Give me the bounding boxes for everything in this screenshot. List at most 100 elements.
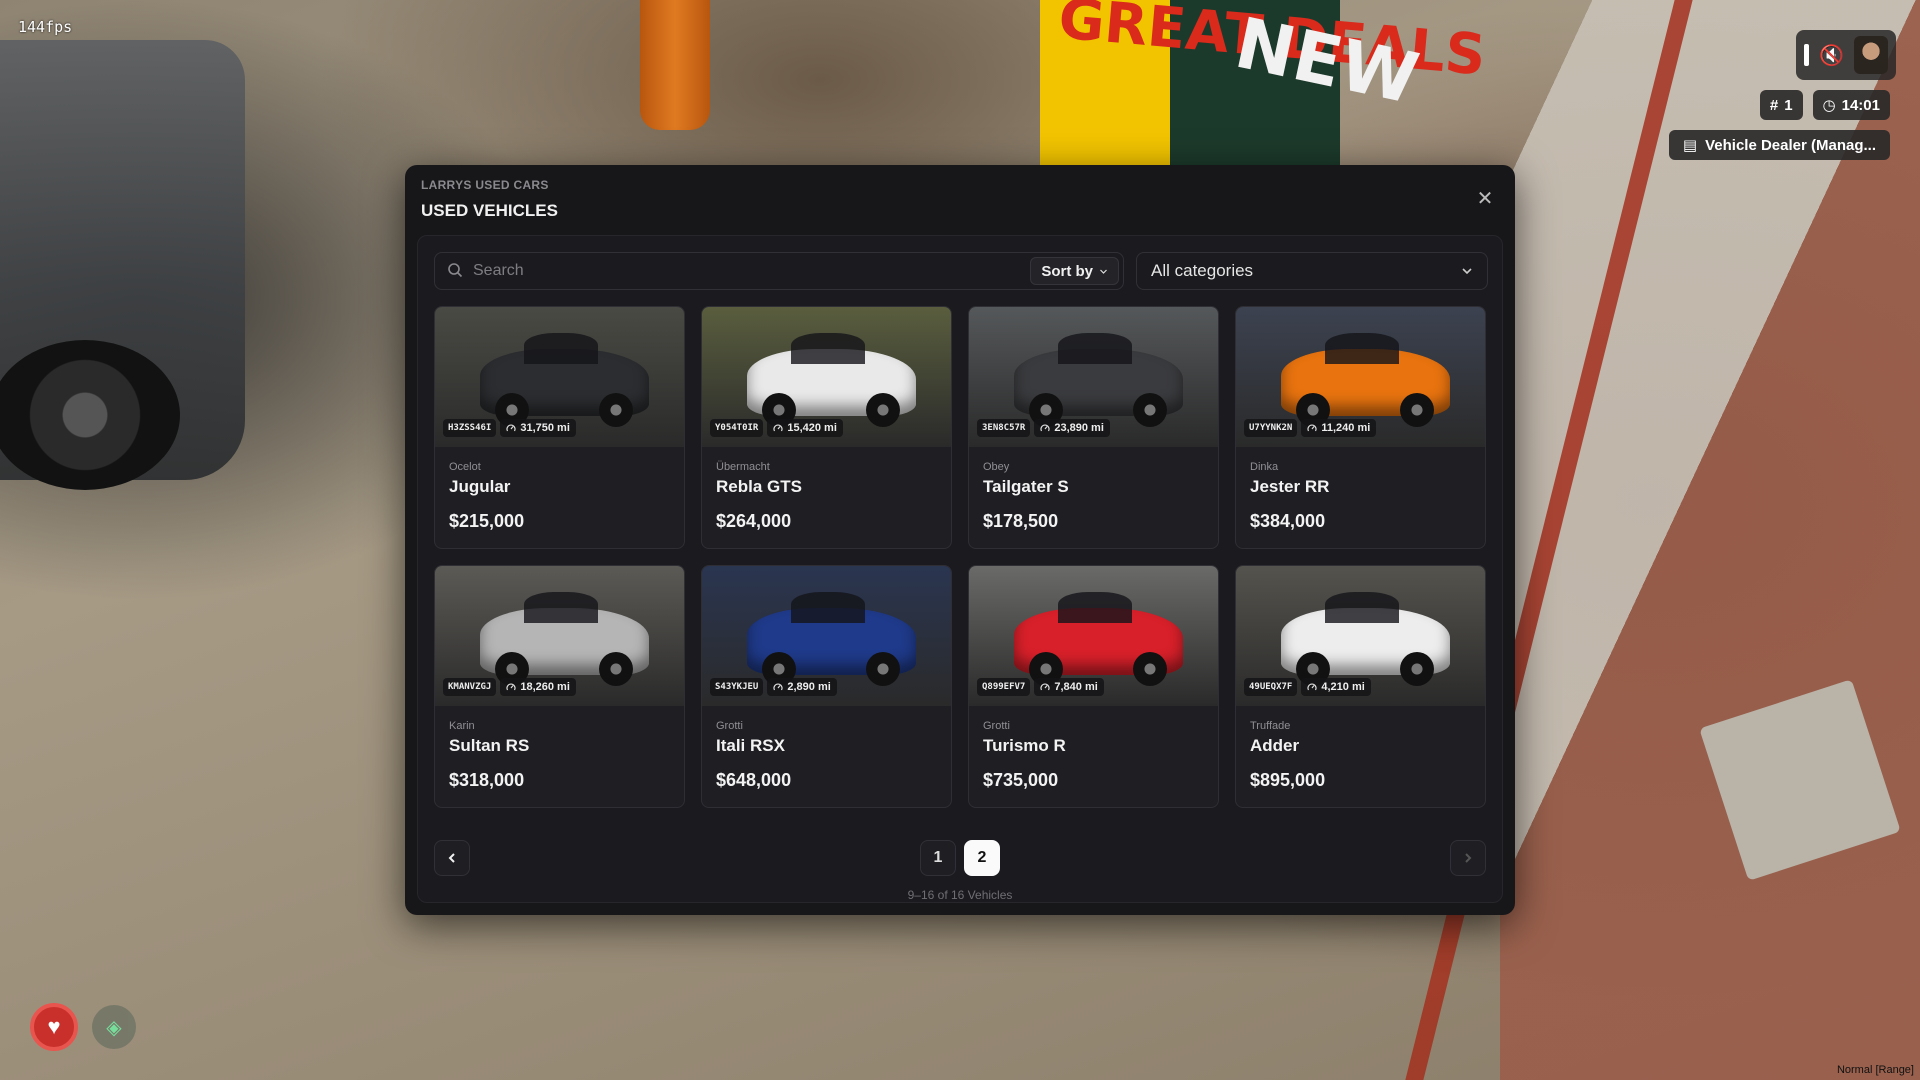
vehicle-card[interactable]: Q899EFV7 7,840 mi Grotti Turismo R $735,000 <box>968 565 1219 808</box>
mileage-value: 15,420 mi <box>787 422 837 434</box>
license-plate: H3ZSS46I <box>443 419 497 437</box>
briefcase-icon: ▤ <box>1682 137 1698 154</box>
vehicle-card[interactable]: 49UEQX7F 4,210 mi Truffade Adder $895,000 <box>1235 565 1486 808</box>
vehicle-wheel <box>599 393 634 428</box>
gauge-icon <box>506 683 516 691</box>
gauge-icon <box>1040 683 1050 691</box>
mileage-value: 31,750 mi <box>520 422 570 434</box>
truck-wheel <box>0 340 180 490</box>
vehicle-badges: KMANVZGJ 18,260 mi <box>443 678 576 696</box>
vehicle-brand: Grotti <box>716 720 743 732</box>
category-select[interactable]: All categories <box>1136 252 1488 290</box>
mileage-badge: 31,750 mi <box>500 419 576 437</box>
vehicle-brand: Ocelot <box>449 461 481 473</box>
vehicle-model: Adder <box>1250 736 1300 755</box>
hash-icon: # <box>1769 96 1779 114</box>
dealership-banner <box>1040 0 1340 165</box>
sort-by-button[interactable]: Sort by <box>1030 257 1119 285</box>
great-deals-banner <box>1040 0 1170 165</box>
clock-time: 14:01 <box>1841 96 1880 114</box>
mileage-badge: 11,240 mi <box>1301 419 1377 437</box>
vehicle-price: $648,000 <box>716 770 792 790</box>
vehicle-price: $384,000 <box>1250 511 1326 531</box>
mileage-badge: 23,890 mi <box>1034 419 1110 437</box>
gauge-icon <box>1307 424 1317 432</box>
search-icon <box>448 263 463 278</box>
mic-muted-icon: 🔇 <box>1819 44 1844 67</box>
job-pill: ▤ Vehicle Dealer (Manag... <box>1668 130 1890 160</box>
page-title: USED VEHICLES <box>421 201 558 220</box>
vehicle-wheel <box>866 393 901 428</box>
category-value: All categories <box>1151 261 1254 280</box>
vehicle-price: $895,000 <box>1250 770 1326 790</box>
health-heart-icon: ♥ <box>30 1003 78 1051</box>
license-plate: S43YKJEU <box>710 678 764 696</box>
page-numbers: 1 2 <box>920 840 1000 876</box>
gauge-icon <box>1040 424 1050 432</box>
chevron-down-icon <box>1100 269 1107 274</box>
vehicle-badges: 3EN8C57R 23,890 mi <box>977 419 1110 437</box>
electrical-box <box>1699 679 1901 881</box>
vehicle-wheel <box>1133 393 1168 428</box>
vehicle-brand: Grotti <box>983 720 1010 732</box>
mileage-value: 2,890 mi <box>787 681 831 693</box>
avatar <box>1854 36 1888 74</box>
close-icon[interactable]: ✕ <box>1475 189 1495 209</box>
license-plate: U7YYNK2N <box>1244 419 1298 437</box>
license-plate: KMANVZGJ <box>443 678 497 696</box>
mileage-badge: 2,890 mi <box>767 678 837 696</box>
vehicle-card[interactable]: KMANVZGJ 18,260 mi Karin Sultan RS $318,000 <box>434 565 685 808</box>
vehicle-price: $215,000 <box>449 511 525 531</box>
truck-background <box>0 40 245 480</box>
mileage-badge: 18,260 mi <box>500 678 576 696</box>
vehicle-price: $264,000 <box>716 511 792 531</box>
next-page-button[interactable] <box>1450 840 1486 876</box>
vehicle-model: Itali RSX <box>716 736 785 755</box>
vehicle-card[interactable]: S43YKJEU 2,890 mi Grotti Itali RSX $648,000 <box>701 565 952 808</box>
voice-range-bar <box>1804 44 1810 66</box>
clock-icon: ◷ <box>1822 97 1836 114</box>
vehicle-model: Turismo R <box>983 736 1066 755</box>
vehicle-price: $318,000 <box>449 770 525 790</box>
vehicle-brand: Truffade <box>1250 720 1291 732</box>
vehicle-badges: 49UEQX7F 4,210 mi <box>1244 678 1371 696</box>
gauge-icon <box>773 683 783 691</box>
vehicle-card[interactable]: H3ZSS46I 31,750 mi Ocelot Jugular $215,000 <box>434 306 685 549</box>
clock-pill: ◷ 14:01 <box>1812 90 1890 120</box>
page-button-2[interactable]: 2 <box>964 840 1000 876</box>
player-id: 1 <box>1784 96 1793 114</box>
vehicle-card[interactable]: U7YYNK2N 11,240 mi Dinka Jester RR $384,000 <box>1235 306 1486 549</box>
job-label: Vehicle Dealer (Manag... <box>1705 136 1876 154</box>
gauge-icon <box>773 424 783 432</box>
mileage-badge: 7,840 mi <box>1034 678 1104 696</box>
vehicle-brand: Übermacht <box>716 461 770 473</box>
hud-status-pills: # 1 ◷ 14:01 <box>1759 90 1890 120</box>
vehicle-price: $735,000 <box>983 770 1059 790</box>
search-input[interactable] <box>473 253 1013 289</box>
gauge-icon <box>1307 683 1317 691</box>
gauge-icon <box>506 424 516 432</box>
chevron-down-icon <box>1462 268 1472 275</box>
great-deals-text: GREAT DEALS <box>1056 0 1489 89</box>
mileage-badge: 15,420 mi <box>767 419 843 437</box>
vehicle-wheel <box>1400 393 1435 428</box>
vehicle-photo: S43YKJEU 2,890 mi <box>702 566 951 706</box>
mileage-value: 11,240 mi <box>1321 422 1371 434</box>
license-plate: 49UEQX7F <box>1244 678 1298 696</box>
previous-page-button[interactable] <box>434 840 470 876</box>
license-plate: Q899EFV7 <box>977 678 1031 696</box>
vehicle-wheel <box>599 652 634 687</box>
vehicle-card[interactable]: 3EN8C57R 23,890 mi Obey Tailgater S $178,500 <box>968 306 1219 549</box>
vehicle-model: Jester RR <box>1250 477 1330 496</box>
vehicle-wheel <box>1400 652 1435 687</box>
vehicle-badges: Q899EFV7 7,840 mi <box>977 678 1104 696</box>
vehicle-badges: H3ZSS46I 31,750 mi <box>443 419 576 437</box>
page-button-1[interactable]: 1 <box>920 840 956 876</box>
vehicle-card[interactable]: Y054T0IR 15,420 mi Übermacht Rebla GTS $264,… <box>701 306 952 549</box>
vehicle-photo: 49UEQX7F 4,210 mi <box>1236 566 1485 706</box>
vehicle-photo: KMANVZGJ 18,260 mi <box>435 566 684 706</box>
license-plate: 3EN8C57R <box>977 419 1031 437</box>
chevron-right-icon <box>1465 853 1472 863</box>
mileage-badge: 4,210 mi <box>1301 678 1371 696</box>
vehicle-model: Rebla GTS <box>716 477 802 496</box>
